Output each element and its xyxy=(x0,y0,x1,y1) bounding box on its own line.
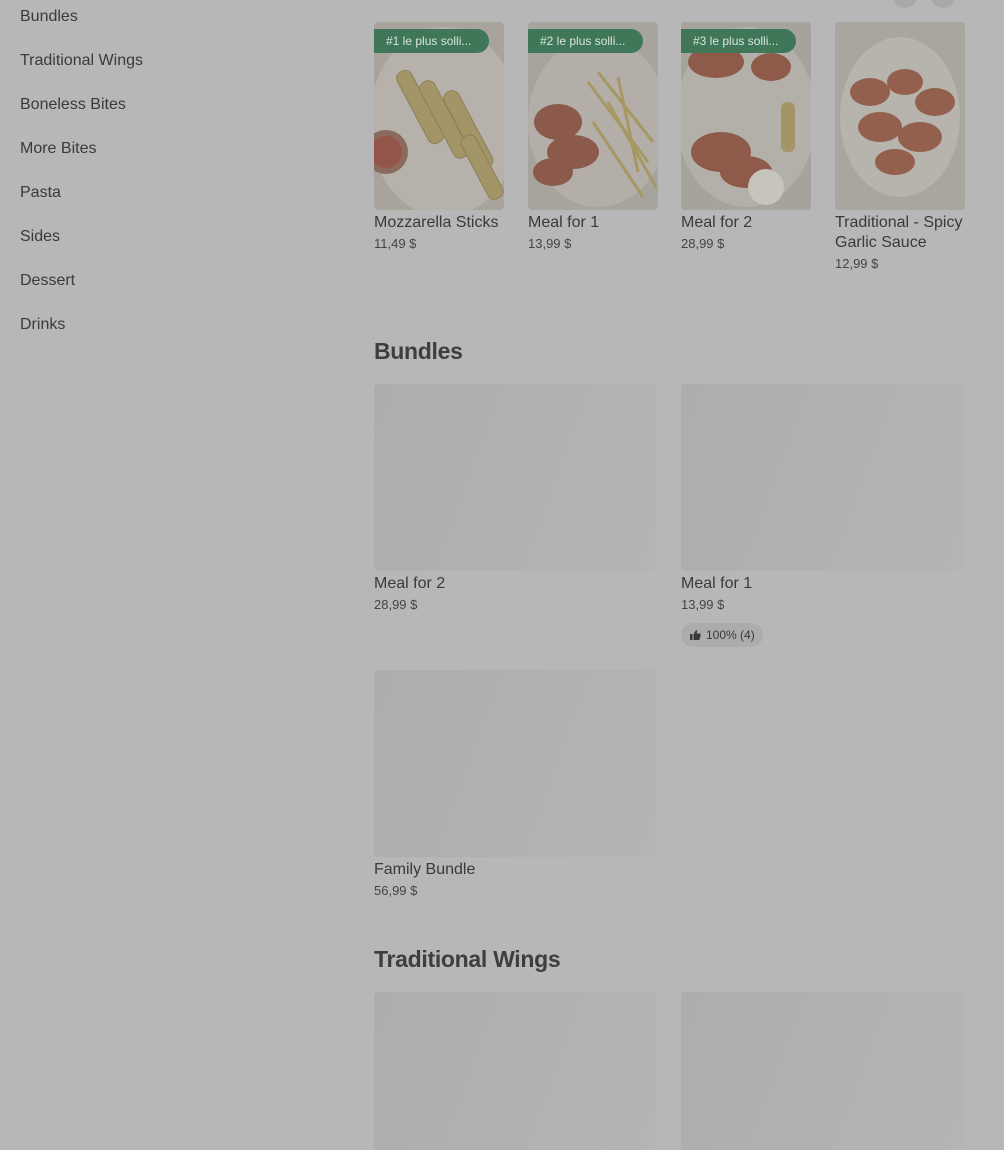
section-title-bundles: Bundles xyxy=(374,338,463,364)
item-title: Meal for 1 xyxy=(681,575,753,592)
bestseller-badge: #1 le plus solli... xyxy=(374,29,490,53)
item-title: Mozzarella Sticks xyxy=(374,214,499,231)
item-title: Traditional - Spicy Garlic Sauce xyxy=(835,214,963,251)
item-price: 28,99 $ xyxy=(374,597,418,612)
sidebar-item-sides[interactable]: Sides xyxy=(20,227,60,247)
sidebar-item-bundles[interactable]: Bundles xyxy=(20,7,78,27)
section-title-traditional-wings: Traditional Wings xyxy=(374,946,561,972)
item-image: #1 le plus solli... xyxy=(374,22,504,210)
thumbs-up-icon xyxy=(690,630,701,640)
item-image-placeholder xyxy=(374,992,657,1150)
bundle-item-card[interactable]: Family Bundle 56,99 $ xyxy=(374,670,657,899)
sidebar-item-more-bites[interactable]: More Bites xyxy=(20,139,96,159)
popular-item-card[interactable]: #1 le plus solli... Mozzarella Sticks 11… xyxy=(374,22,504,252)
item-price: 28,99 $ xyxy=(681,236,725,251)
rating-badge: 100% (4) xyxy=(681,623,763,647)
sidebar-item-traditional-wings[interactable]: Traditional Wings xyxy=(20,51,143,71)
sidebar-item-boneless-bites[interactable]: Boneless Bites xyxy=(20,95,126,115)
item-image: #2 le plus solli... xyxy=(528,22,658,210)
carousel-next-button[interactable] xyxy=(930,0,956,8)
sidebar-item-drinks[interactable]: Drinks xyxy=(20,315,65,335)
rating-text: 100% (4) xyxy=(706,628,755,642)
item-price: 56,99 $ xyxy=(374,883,418,898)
bundle-item-card[interactable]: Meal for 1 13,99 $ 100% (4) xyxy=(681,384,964,647)
bundle-item-card[interactable]: Meal for 2 28,99 $ xyxy=(374,384,657,613)
item-image: #3 le plus solli... xyxy=(681,22,811,210)
item-price: 11,49 $ xyxy=(374,236,417,251)
item-image-placeholder xyxy=(374,384,657,571)
item-price: 12,99 $ xyxy=(835,256,879,271)
menu-content: #1 le plus solli... Mozzarella Sticks 11… xyxy=(374,0,965,1150)
item-price: 13,99 $ xyxy=(528,236,572,251)
item-image-placeholder xyxy=(374,670,657,857)
bestseller-badge: #2 le plus solli... xyxy=(528,29,644,53)
wings-item-card[interactable] xyxy=(681,992,964,1150)
item-image-placeholder xyxy=(681,384,964,571)
item-image-placeholder xyxy=(681,992,964,1150)
sidebar-item-pasta[interactable]: Pasta xyxy=(20,183,61,203)
item-image xyxy=(835,22,965,210)
popular-item-card[interactable]: #2 le plus solli... Meal for 1 13,99 $ xyxy=(528,22,658,252)
item-title: Meal for 1 xyxy=(528,214,600,231)
carousel-prev-button[interactable] xyxy=(892,0,918,8)
bestseller-badge: #3 le plus solli... xyxy=(681,29,797,53)
item-title: Meal for 2 xyxy=(681,214,753,231)
spicy-garlic-wings-image xyxy=(835,22,965,210)
popular-item-card[interactable]: Traditional - Spicy Garlic Sauce 12,99 $ xyxy=(835,22,965,272)
popular-item-card[interactable]: #3 le plus solli... Meal for 2 28,99 $ xyxy=(681,22,811,252)
item-title: Family Bundle xyxy=(374,861,476,878)
sidebar-item-dessert[interactable]: Dessert xyxy=(20,271,75,291)
item-price: 13,99 $ xyxy=(681,597,725,612)
item-title: Meal for 2 xyxy=(374,575,446,592)
wings-item-card[interactable] xyxy=(374,992,657,1150)
